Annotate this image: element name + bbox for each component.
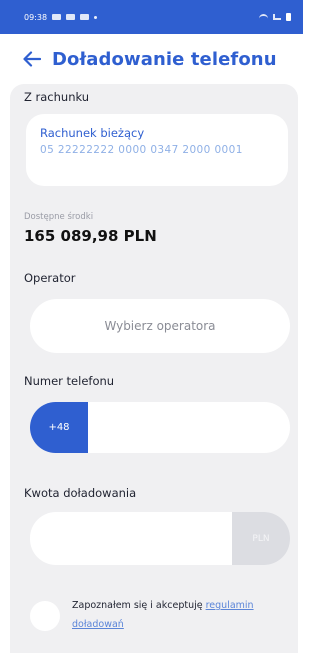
topup-form-card: Z rachunku Rachunek bieżący 05 22222222 … [10, 84, 298, 653]
available-funds-value: 165 089,98 PLN [24, 227, 157, 245]
consent-row: Zapoznałem się i akceptuję regulamin doł… [30, 596, 292, 640]
phone-label: Numer telefonu [24, 374, 115, 388]
operator-placeholder: Wybierz operatora [104, 319, 216, 333]
signal-icon [273, 14, 281, 20]
consent-checkbox[interactable] [30, 601, 60, 631]
phone-field: +48 [30, 402, 290, 453]
country-prefix[interactable]: +48 [30, 402, 88, 453]
page-title: Doładowanie telefonu [52, 48, 277, 70]
operator-label: Operator [24, 271, 76, 285]
message-status-icon [80, 14, 90, 20]
operator-select[interactable]: Wybierz operatora [30, 299, 290, 353]
source-account-selector[interactable]: Rachunek bieżący 05 22222222 0000 0347 2… [26, 114, 288, 186]
status-bar: 09:38 [0, 0, 303, 34]
status-time: 09:38 [24, 12, 48, 22]
available-funds-label: Dostępne środki [24, 212, 94, 222]
consent-text: Zapoznałem się i akceptuję regulamin doł… [72, 596, 292, 634]
account-name: Rachunek bieżący [40, 126, 145, 140]
amount-field: PLN [30, 512, 290, 565]
phone-number-input[interactable] [88, 402, 290, 453]
wifi-icon [259, 14, 268, 20]
source-account-label: Z rachunku [24, 90, 90, 104]
status-left: 09:38 [24, 12, 98, 22]
amount-input[interactable] [30, 512, 232, 565]
currency-badge: PLN [232, 512, 290, 565]
app-header: Doładowanie telefonu [0, 34, 303, 84]
consent-statement: Zapoznałem się i akceptuję [72, 600, 206, 611]
arrow-left-icon [23, 51, 41, 67]
battery-icon [286, 13, 291, 21]
status-right [259, 13, 291, 21]
amount-label: Kwota doładowania [24, 486, 137, 500]
account-number: 05 22222222 0000 0347 2000 0001 [40, 144, 243, 156]
gallery-status-icon [66, 14, 76, 20]
settings-status-icon [52, 14, 62, 20]
back-button[interactable] [22, 49, 42, 69]
notification-dot-icon [94, 15, 98, 19]
